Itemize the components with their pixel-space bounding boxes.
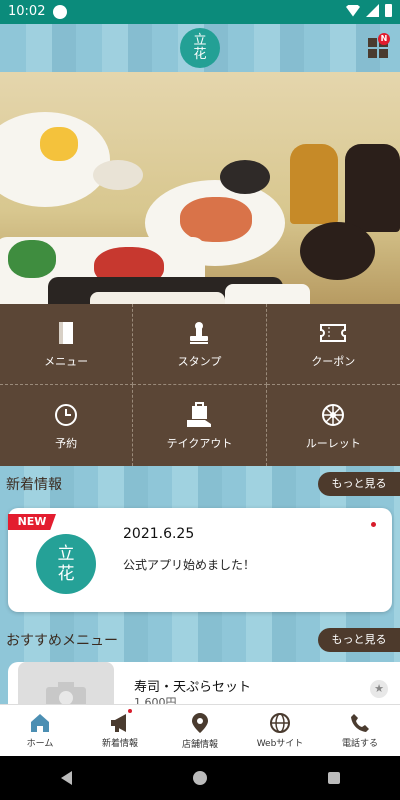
hero-food-image [0, 72, 400, 304]
news-logo-line1: 立 [57, 544, 75, 564]
quick-menu-stamp[interactable]: スタンプ [133, 304, 267, 385]
quick-menu-coupon-label: クーポン [311, 355, 356, 368]
quick-menu-roulette[interactable]: ルーレット [267, 385, 400, 466]
nav-news-label: 新着情報 [101, 738, 138, 749]
news-more-button[interactable]: もっと見る [318, 472, 400, 496]
logo-line1: 立 [193, 33, 207, 48]
status-time: 10:02 [8, 4, 46, 19]
nav-website[interactable]: Webサイト [240, 705, 320, 756]
unread-dot [371, 522, 376, 527]
quick-menu-grid: メニュー スタンプ クーポン 予約 テイクアウト ルーレット [0, 304, 400, 466]
app-header: 立 花 N [0, 24, 400, 72]
notification-app-icon [53, 5, 67, 19]
battery-icon [385, 4, 392, 17]
news-notification-dot [128, 709, 132, 713]
recommended-section-header: おすすめメニュー もっと見る [6, 628, 400, 652]
logo-line2: 花 [193, 47, 207, 62]
nav-home-label: ホーム [26, 738, 54, 749]
quick-menu-reservation-label: 予約 [55, 436, 78, 450]
quick-menu-coupon[interactable]: クーポン [266, 304, 400, 385]
nav-shop-info[interactable]: 店舗情報 [160, 705, 240, 756]
new-badge: NEW [8, 514, 56, 530]
nav-shop-info-label: 店舗情報 [181, 739, 218, 750]
system-navigation-bar [0, 756, 400, 800]
nav-website-label: Webサイト [256, 738, 304, 749]
nav-news[interactable]: 新着情報 [80, 705, 160, 756]
news-logo-line2: 花 [57, 564, 75, 584]
takeout-bag-icon [185, 401, 213, 429]
quick-menu-menu[interactable]: メニュー [0, 304, 134, 385]
news-shop-logo: 立 花 [36, 534, 96, 594]
map-pin-icon [192, 712, 208, 733]
recommended-more-button[interactable]: もっと見る [318, 628, 400, 652]
menu-image-placeholder [18, 662, 114, 704]
news-card[interactable]: NEW 立 花 2021.6.25 公式アプリ始めました！ [8, 508, 392, 612]
globe-icon [270, 712, 290, 733]
nav-call[interactable]: 電話する [320, 705, 400, 756]
recent-apps-icon[interactable] [327, 772, 340, 784]
home-icon [31, 713, 49, 732]
quick-menu-roulette-label: ルーレット [305, 436, 361, 450]
quick-menu-takeout[interactable]: テイクアウト [133, 385, 267, 466]
phone-icon [351, 713, 369, 732]
megaphone-icon [111, 713, 126, 732]
camera-icon [46, 682, 86, 704]
quick-menu-reservation[interactable]: 予約 [0, 385, 134, 466]
nav-call-label: 電話する [341, 738, 378, 749]
news-text: 公式アプリ始めました！ [123, 558, 256, 572]
quick-menu-stamp-label: スタンプ [177, 355, 222, 368]
new-notification-badge: N [378, 33, 390, 45]
coupon-icon [319, 319, 347, 347]
favorite-star-icon[interactable]: ★ [370, 680, 388, 698]
roulette-icon [319, 401, 347, 429]
menu-item-name: 寿司・天ぷらセット [134, 680, 252, 695]
wifi-icon [346, 4, 360, 17]
recommended-menu-card[interactable]: 寿司・天ぷらセット 1,600円 ★ [8, 662, 400, 704]
menu-item-price: 1,600円 [134, 696, 177, 704]
clock-icon [52, 401, 80, 429]
nav-home[interactable]: ホーム [0, 705, 80, 756]
bottom-navigation: ホーム 新着情報 店舗情報 Webサイト 電話する [0, 704, 400, 756]
stamp-icon [185, 319, 213, 347]
news-date: 2021.6.25 [123, 526, 195, 542]
quick-menu-takeout-label: テイクアウト [166, 436, 233, 450]
news-section-title: 新着情報 [6, 477, 62, 493]
status-bar: 10:02 [0, 0, 400, 24]
back-icon[interactable] [60, 771, 72, 785]
quick-menu-menu-label: メニュー [44, 355, 89, 368]
signal-icon [366, 4, 379, 17]
status-icons [346, 4, 392, 17]
recommended-section-title: おすすめメニュー [6, 633, 118, 649]
news-section-header: 新着情報 もっと見る [6, 472, 400, 496]
shop-logo[interactable]: 立 花 [180, 28, 220, 68]
home-button-icon[interactable] [192, 771, 207, 785]
menu-book-icon [52, 319, 80, 347]
main-content: 新着情報 もっと見る NEW 立 花 2021.6.25 公式アプリ始めました！… [0, 466, 400, 704]
